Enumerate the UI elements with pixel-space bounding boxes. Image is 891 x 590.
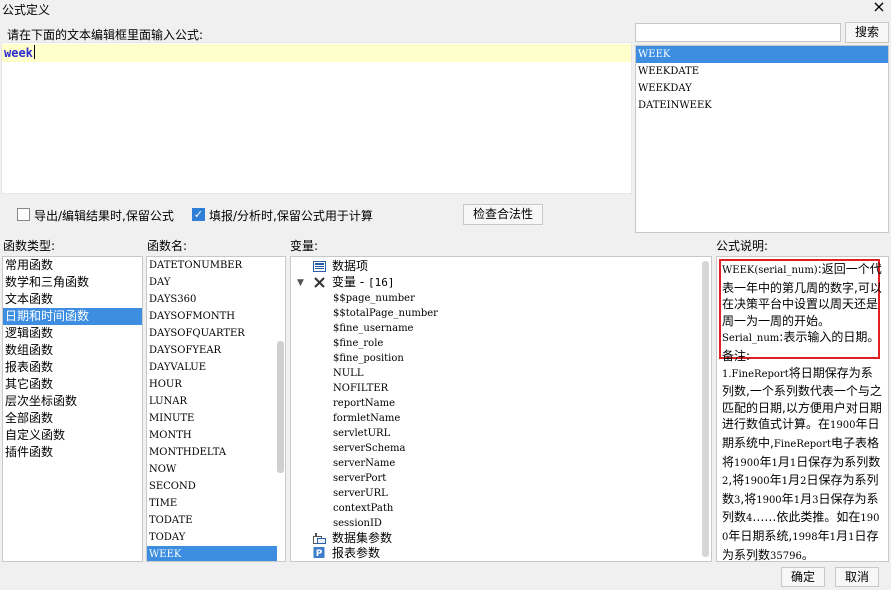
variable-item[interactable]: serverName (333, 456, 395, 471)
current-line-highlight (2, 44, 631, 62)
function-item[interactable]: NOW (147, 461, 277, 478)
title-bar (0, 0, 891, 18)
category-item[interactable]: 报表函数 (3, 359, 142, 376)
check-validity-button[interactable]: 检查合法性 (463, 204, 543, 225)
function-item[interactable]: MONTHDELTA (147, 444, 277, 461)
variable-item[interactable]: $$totalPage_number (333, 306, 438, 321)
text-caret (33, 45, 35, 59)
variable-tree-scrollbar[interactable] (702, 261, 709, 557)
category-item[interactable]: 层次坐标函数 (3, 393, 142, 410)
description-label: 公式说明: (716, 239, 769, 253)
search-input[interactable] (635, 23, 841, 42)
category-item[interactable]: 逻辑函数 (3, 325, 142, 342)
expand-chevron-icon[interactable]: ▼ (297, 276, 304, 291)
fill-keep-formula-label: 填报/分析时,保留公式用于计算 (209, 209, 373, 223)
function-item[interactable]: DAYVALUE (147, 359, 277, 376)
variable-item[interactable]: $fine_position (333, 351, 404, 366)
function-item[interactable]: SECOND (147, 478, 277, 495)
tree-node-data-item[interactable]: 数据项 (332, 259, 368, 274)
function-item[interactable]: DATETONUMBER (147, 257, 277, 274)
category-item[interactable]: 自定义函数 (3, 427, 142, 444)
variable-item[interactable]: NULL (333, 366, 363, 381)
variable-item[interactable]: serverURL (333, 486, 388, 501)
category-item[interactable]: 常用函数 (3, 257, 142, 274)
search-button[interactable]: 搜索 (845, 22, 889, 43)
description-text: WEEK(serial_num):返回一个代表一年中的第几周的数字,可以在决策平… (722, 262, 882, 562)
report-param-icon: P (313, 547, 325, 558)
export-keep-formula-checkbox[interactable] (17, 208, 30, 221)
search-results-list[interactable]: WEEK WEEKDATE WEEKDAY DATEINWEEK (635, 45, 889, 233)
dataset-param-icon (313, 533, 326, 544)
function-item[interactable]: TODAY (147, 529, 277, 546)
function-name-list[interactable]: DATETONUMBER DAY DAYS360 DAYSOFMONTH DAY… (146, 256, 286, 562)
cancel-button[interactable]: 取消 (835, 567, 879, 587)
function-list-scrollbar[interactable] (277, 341, 284, 473)
variable-item[interactable]: contextPath (333, 501, 393, 516)
category-item[interactable]: 日期和时间函数 (3, 308, 142, 325)
variable-item[interactable]: $fine_username (333, 321, 413, 336)
category-item[interactable]: 数学和三角函数 (3, 274, 142, 291)
variable-item[interactable]: NOFILTER (333, 381, 388, 396)
fill-keep-formula-checkbox[interactable]: ✓ (192, 208, 205, 221)
variable-item[interactable]: sessionID (333, 516, 382, 531)
function-item[interactable]: DAYSOFMONTH (147, 308, 277, 325)
ok-button[interactable]: 确定 (781, 567, 825, 587)
function-item[interactable]: DAY (147, 274, 277, 291)
function-item[interactable]: DAYSOFQUARTER (147, 325, 277, 342)
formula-text[interactable]: week (4, 45, 35, 60)
category-item[interactable]: 全部函数 (3, 410, 142, 427)
category-item[interactable]: 插件函数 (3, 444, 142, 461)
close-icon[interactable]: × (871, 0, 887, 16)
variable-label: 变量: (290, 239, 319, 253)
function-item[interactable]: TIME (147, 495, 277, 512)
function-item[interactable]: DAYS360 (147, 291, 277, 308)
variable-item[interactable]: servletURL (333, 426, 390, 441)
category-item[interactable]: 其它函数 (3, 376, 142, 393)
variable-item[interactable]: serverPort (333, 471, 386, 486)
function-item[interactable]: MONTH (147, 427, 277, 444)
variable-item[interactable]: $$page_number (333, 291, 415, 306)
data-item-icon (313, 261, 326, 272)
search-result-item[interactable]: DATEINWEEK (636, 97, 888, 114)
function-item[interactable]: WEEK (147, 546, 277, 561)
category-label: 函数类型: (3, 239, 56, 253)
window-title: 公式定义 (2, 3, 51, 17)
function-item[interactable]: TODATE (147, 512, 277, 529)
variable-group-icon (314, 277, 325, 288)
variable-tree[interactable]: 数据项 ▼ 变量 - [16] $$page_number $$totalPag… (290, 256, 712, 562)
search-result-item[interactable]: WEEKDAY (636, 80, 888, 97)
function-item[interactable]: MINUTE (147, 410, 277, 427)
tree-node-dataset-params[interactable]: 数据集参数 (332, 531, 392, 546)
search-result-item[interactable]: WEEK (636, 46, 888, 63)
category-item[interactable]: 文本函数 (3, 291, 142, 308)
tree-node-variables[interactable]: 变量 - [16] (332, 275, 394, 290)
variable-item[interactable]: formletName (333, 411, 400, 426)
function-item[interactable]: LUNAR (147, 393, 277, 410)
function-item[interactable]: DAYSOFYEAR (147, 342, 277, 359)
formula-editor[interactable]: week (1, 42, 632, 194)
formula-description: WEEK(serial_num):返回一个代表一年中的第几周的数字,可以在决策平… (716, 256, 889, 562)
tree-node-report-params[interactable]: 报表参数 (332, 546, 380, 561)
editor-label: 请在下面的文本编辑框里面输入公式: (7, 28, 204, 42)
export-keep-formula-label: 导出/编辑结果时,保留公式 (34, 209, 174, 223)
search-result-item[interactable]: WEEKDATE (636, 63, 888, 80)
function-item[interactable]: HOUR (147, 376, 277, 393)
function-label: 函数名: (147, 239, 188, 253)
variable-item[interactable]: reportName (333, 396, 395, 411)
variable-item[interactable]: serverSchema (333, 441, 405, 456)
category-item[interactable]: 数组函数 (3, 342, 142, 359)
svg-text:P: P (316, 549, 323, 558)
variable-item[interactable]: $fine_role (333, 336, 383, 351)
function-category-list[interactable]: 常用函数 数学和三角函数 文本函数 日期和时间函数 逻辑函数 数组函数 报表函数… (2, 256, 143, 562)
